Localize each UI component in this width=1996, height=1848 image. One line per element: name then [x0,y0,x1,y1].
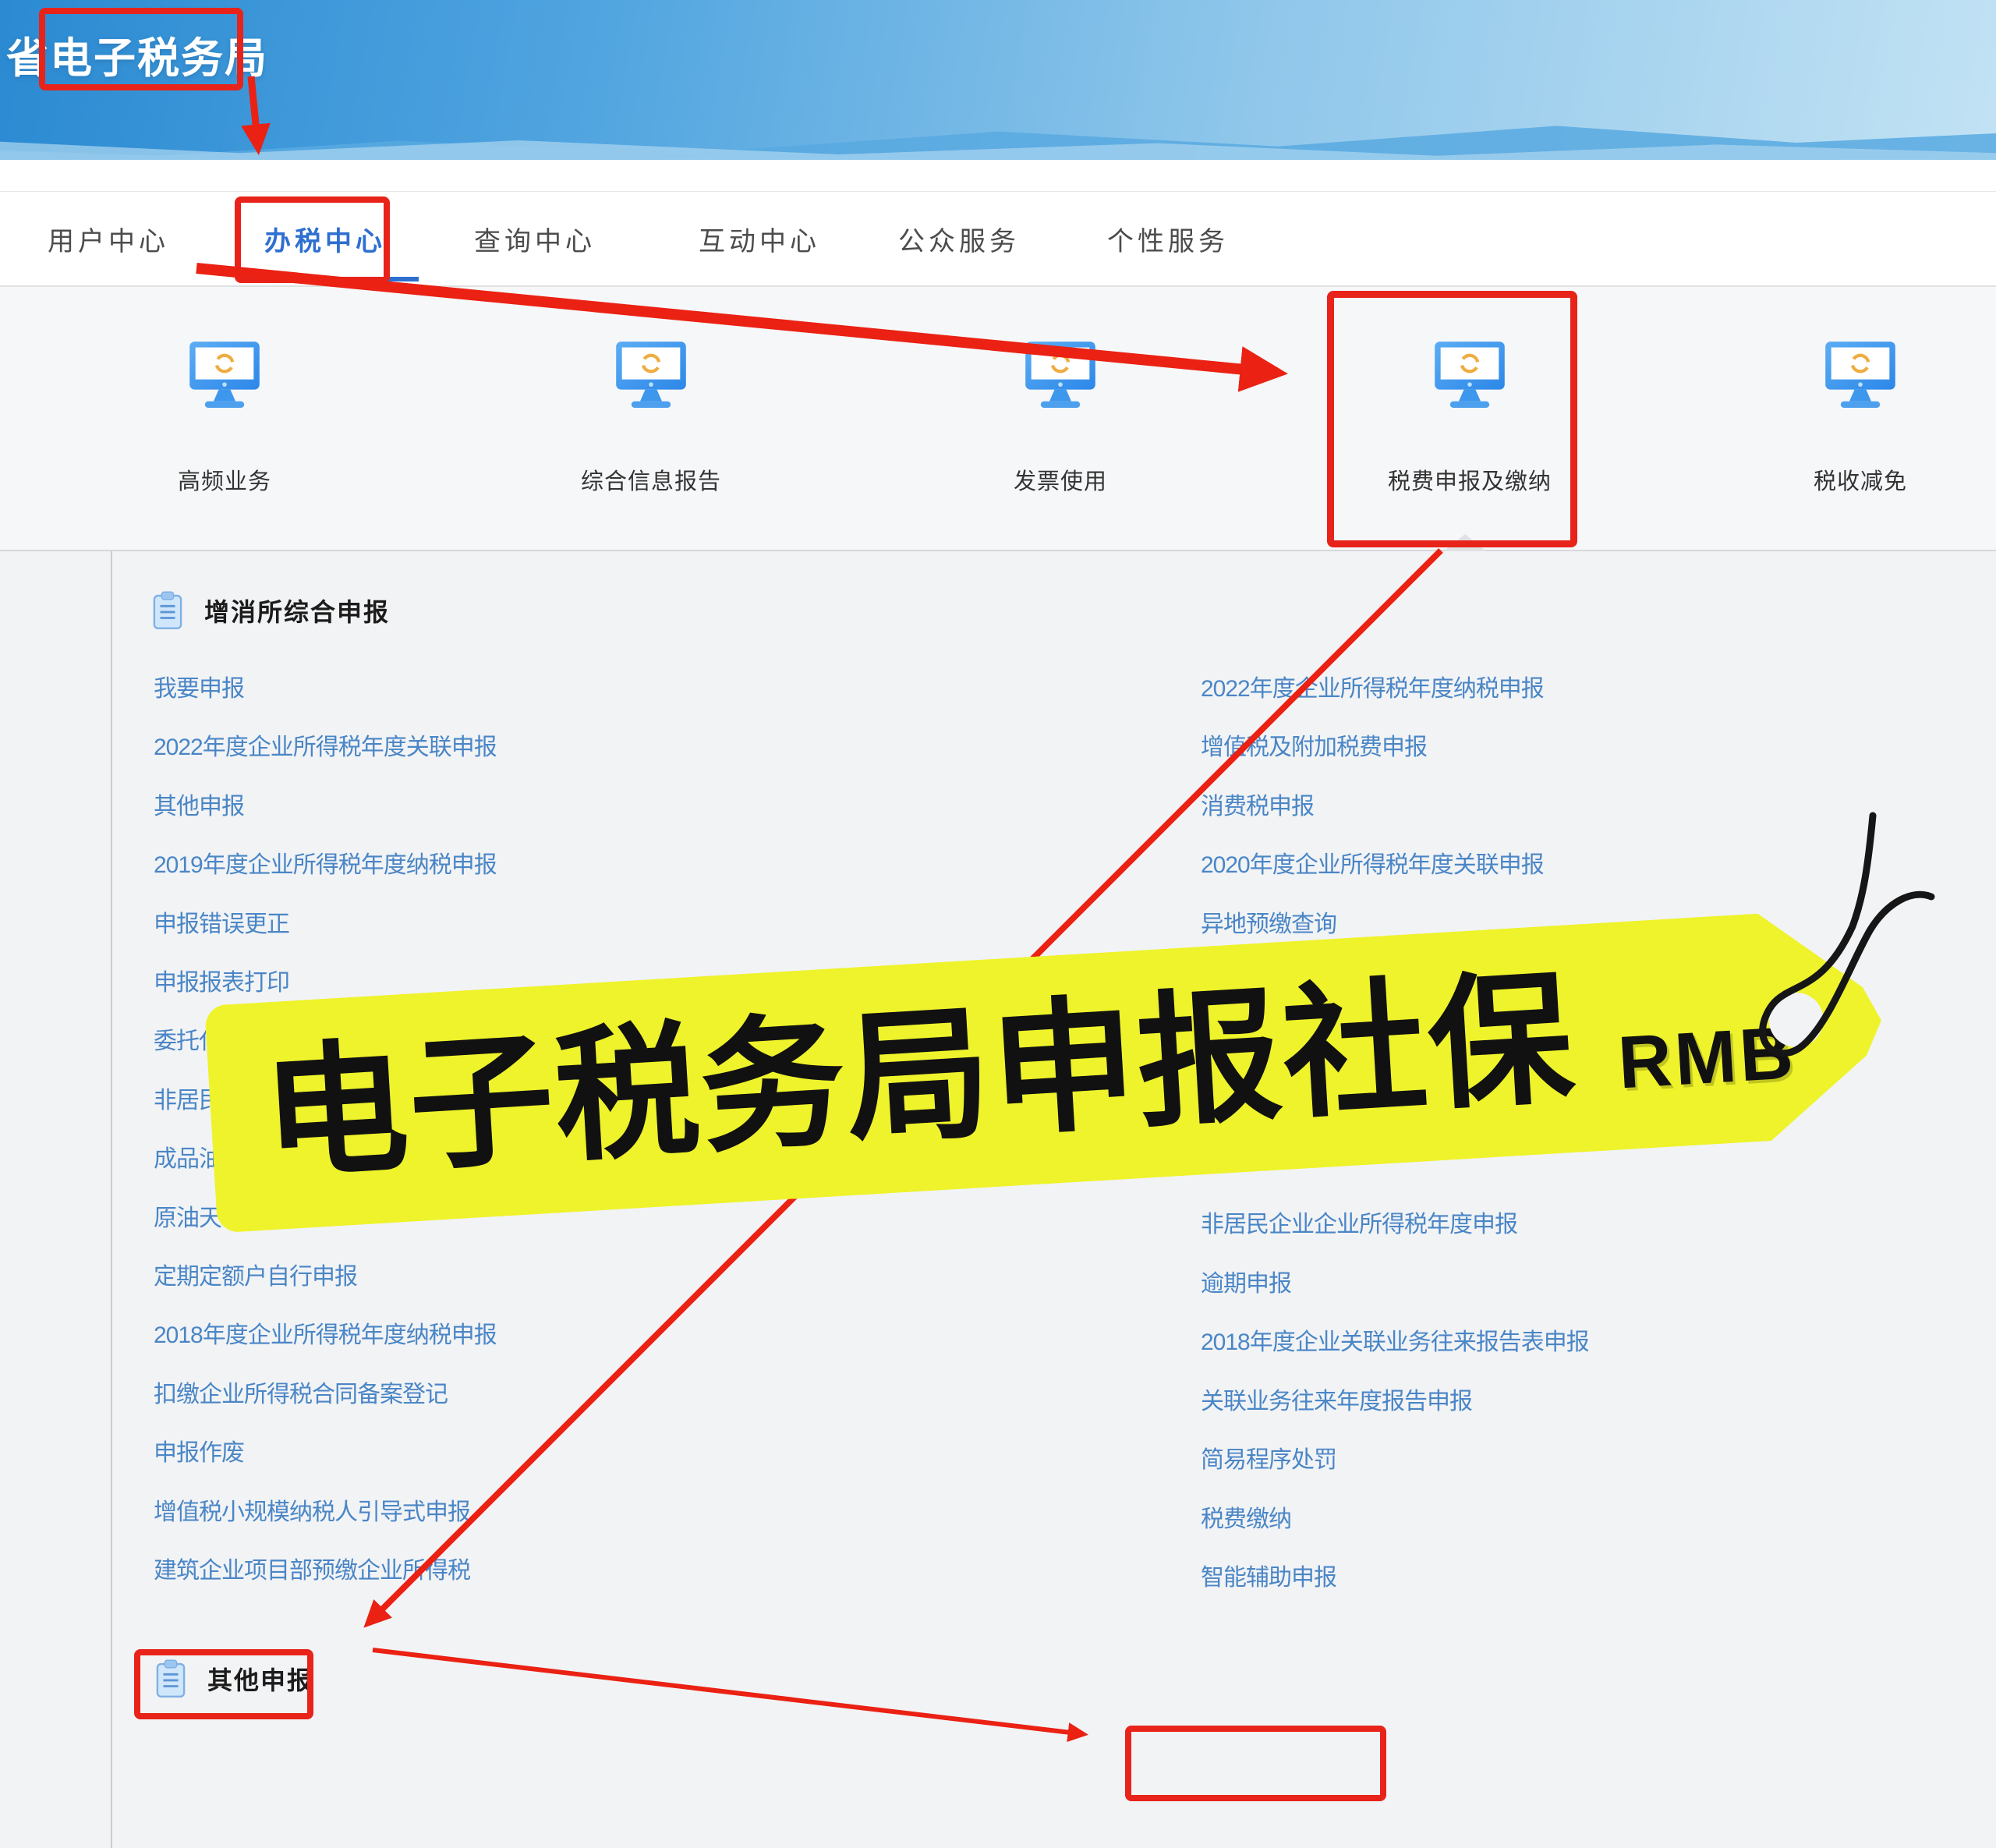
annotation-box-other-section [134,1649,313,1719]
tax-service-link[interactable]: 异地预缴查询 [1201,905,1336,939]
tax-service-link[interactable]: 智能辅助申报 [1201,1558,1336,1592]
tax-service-link[interactable]: 非居民企业企业所得税年度申报 [1201,1205,1517,1239]
annotation-box-logo [39,8,243,90]
tax-service-link[interactable]: 关联业务往来年度报告申报 [1201,1382,1472,1416]
annotation-box-social-insurance [1125,1726,1386,1801]
tax-service-link[interactable]: 2020年度企业所得税年度关联申报 [1201,845,1544,880]
tax-service-link[interactable]: 增值税及附加税费申报 [1201,728,1427,762]
tax-service-link[interactable]: 简易程序处罚 [1201,1440,1336,1475]
tax-service-link[interactable]: 2018年度企业关联业务往来报告表申报 [1201,1322,1589,1357]
annotation-box-tax-center-tab [235,196,390,283]
tax-service-link[interactable]: 消费税申报 [1201,787,1314,821]
annotation-box-tax-declare-pay [1327,291,1577,547]
tax-service-link[interactable]: 2022年度企业所得税年度纳税申报 [1201,669,1544,703]
tax-service-link[interactable]: 税费缴纳 [1201,1499,1291,1534]
tax-service-link[interactable]: 逾期申报 [1201,1264,1291,1298]
